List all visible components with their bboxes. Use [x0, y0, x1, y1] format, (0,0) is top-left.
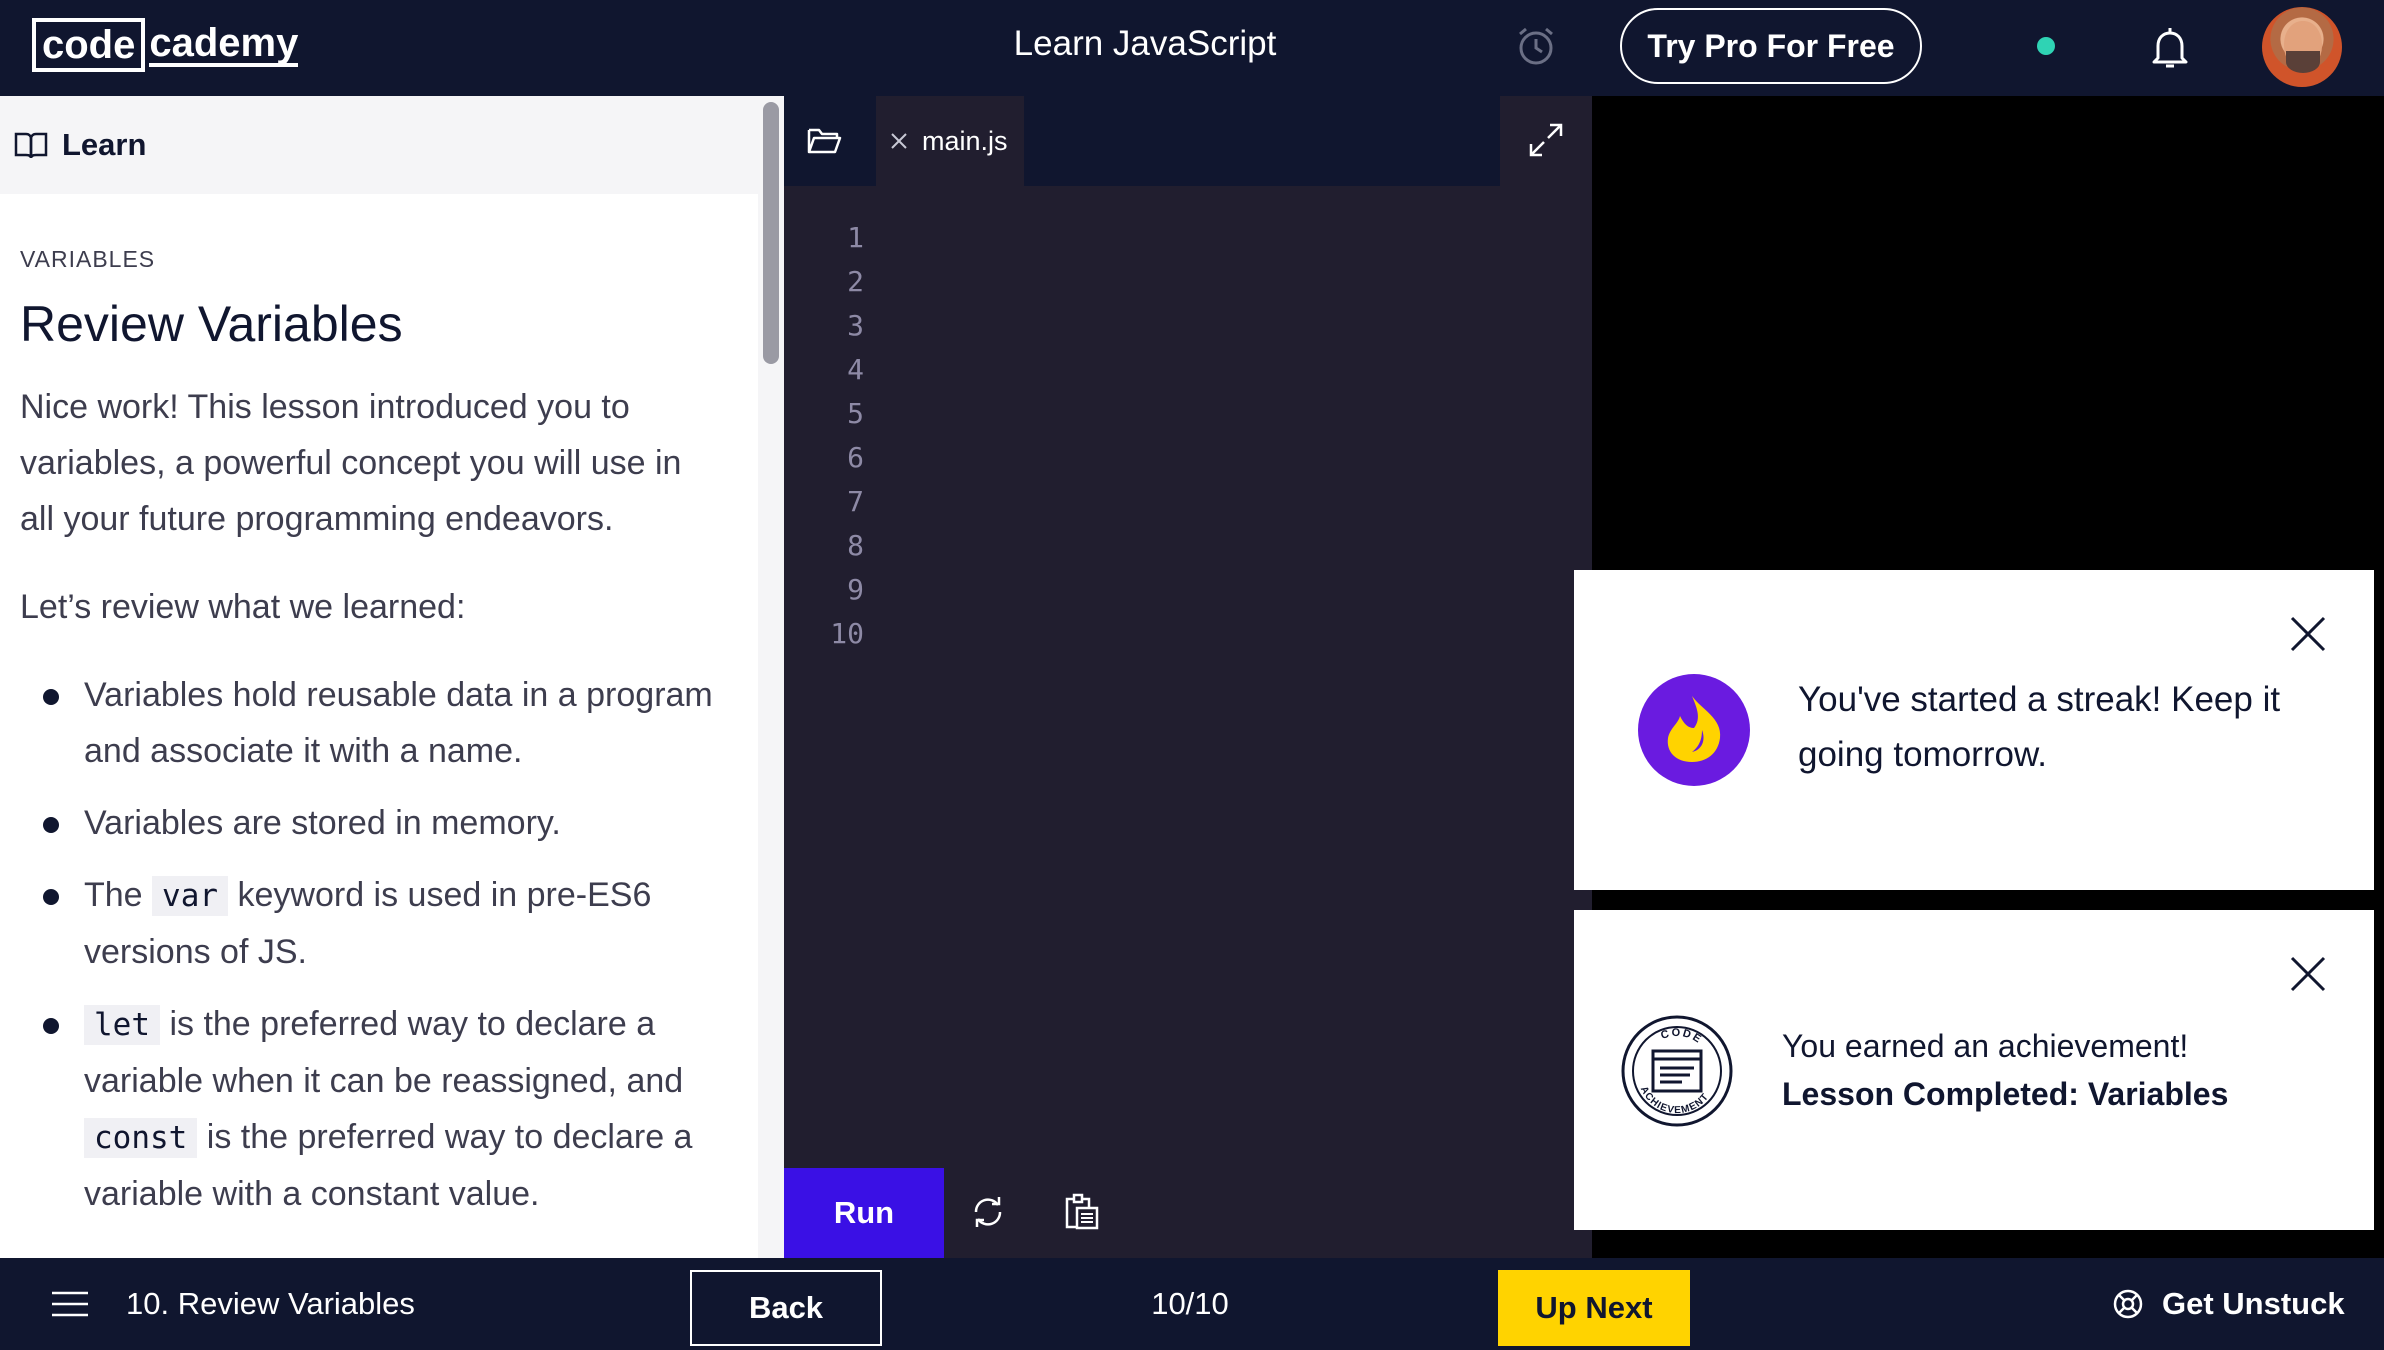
streak-message: You've started a streak! Keep it going t…	[1798, 680, 2281, 774]
line-number: 8	[847, 529, 864, 562]
alarm-clock-icon[interactable]	[1514, 24, 1558, 68]
line-number: 4	[847, 353, 864, 386]
top-navigation-bar: code cademy Learn JavaScript Try Pro For…	[0, 0, 2384, 96]
lesson-intro: Nice work! This lesson introduced you to…	[20, 388, 682, 538]
line-number: 10	[830, 617, 864, 650]
run-button[interactable]: Run	[784, 1168, 944, 1258]
expand-editor-button[interactable]	[1500, 96, 1592, 186]
code-editor: main.js 1 2 3 4 5 6 7 8 9 10 Run	[784, 96, 1592, 1258]
scrollbar-thumb[interactable]	[763, 102, 779, 364]
learn-label: Learn	[62, 127, 147, 162]
achievement-message: You earned an achievement!	[1782, 1028, 2189, 1064]
line-number: 7	[847, 485, 864, 518]
list-item: Variables are stored in memory.	[20, 795, 740, 851]
line-number: 9	[847, 573, 864, 606]
lesson-menu-label[interactable]: 10. Review Variables	[126, 1258, 415, 1350]
code-var: var	[152, 876, 229, 916]
book-icon	[14, 132, 48, 159]
expand-icon	[1529, 123, 1563, 157]
avatar-beard	[2286, 51, 2320, 73]
list-item: Variables hold reusable data in a progra…	[20, 667, 740, 779]
flame-icon	[1667, 696, 1721, 762]
close-icon[interactable]	[2288, 954, 2328, 994]
streak-badge	[1638, 674, 1750, 786]
bottom-navigation-bar: 10. Review Variables Back 10/10 Up Next …	[0, 1258, 2384, 1350]
course-title-wrapper: Learn JavaScript	[0, 0, 2290, 88]
codecademy-logo[interactable]: code cademy	[32, 18, 299, 72]
list-item: The var keyword is used in pre-ES6 versi…	[20, 867, 740, 980]
logo-code-box: code	[32, 18, 146, 72]
bullet-text: Variables hold reusable data in a progra…	[84, 676, 713, 770]
bullet-dot	[43, 889, 59, 905]
review-intro: Let’s review what we learned:	[20, 588, 466, 626]
tab-file-name: main.js	[922, 125, 1008, 156]
learn-scrollbar[interactable]	[758, 96, 784, 1258]
user-avatar[interactable]	[2262, 7, 2342, 87]
editor-tab-bar: main.js	[784, 96, 1592, 186]
code-const: const	[84, 1118, 198, 1158]
bullet-text-before: The	[84, 876, 153, 914]
reset-icon[interactable]	[968, 1192, 1008, 1232]
bullet-dot	[43, 689, 59, 705]
get-unstuck-label: Get Unstuck	[2162, 1286, 2345, 1321]
folder-icon[interactable]	[806, 124, 842, 156]
get-unstuck-button[interactable]: Get Unstuck	[2112, 1258, 2345, 1350]
line-number: 5	[847, 397, 864, 430]
achievement-badge-icon: CODE ACHIEVEMENT	[1621, 1015, 1733, 1127]
bullet-dot	[43, 817, 59, 833]
try-pro-button[interactable]: Try Pro For Free	[1620, 8, 1922, 84]
lesson-content: VARIABLES Review Variables Nice work! Th…	[0, 246, 784, 1222]
clipboard-icon[interactable]	[1062, 1192, 1102, 1232]
line-number: 3	[847, 309, 864, 342]
badge-text-top: CODE	[1659, 1027, 1704, 1047]
line-number: 6	[847, 441, 864, 474]
up-next-button[interactable]: Up Next	[1498, 1270, 1690, 1346]
achievement-toast: CODE ACHIEVEMENT You earned an achieveme…	[1574, 910, 2374, 1230]
editor-action-bar: Run	[784, 1168, 1592, 1258]
bullet-dot	[43, 1018, 59, 1034]
achievement-name: Lesson Completed: Variables	[1782, 1076, 2229, 1112]
streak-toast: You've started a streak! Keep it going t…	[1574, 570, 2374, 890]
back-button[interactable]: Back	[690, 1270, 882, 1346]
line-number-gutter: 1 2 3 4 5 6 7 8 9 10	[784, 216, 864, 656]
learn-panel-header[interactable]: Learn	[0, 96, 784, 194]
section-label: VARIABLES	[20, 246, 156, 272]
line-number: 2	[847, 265, 864, 298]
course-title[interactable]: Learn JavaScript	[1014, 24, 1277, 63]
status-dot	[2037, 37, 2055, 55]
learn-panel: Learn VARIABLES Review Variables Nice wo…	[0, 96, 784, 1258]
bullet-text: Variables are stored in memory.	[84, 804, 561, 842]
bell-icon[interactable]	[2148, 24, 2192, 72]
logo-cademy: cademy	[149, 21, 299, 67]
life-ring-icon	[2113, 1289, 2143, 1319]
line-number: 1	[847, 221, 864, 254]
hamburger-menu-icon[interactable]	[52, 1290, 88, 1318]
list-item: let is the preferred way to declare a va…	[20, 996, 740, 1222]
close-icon[interactable]	[2288, 614, 2328, 654]
code-let: let	[84, 1005, 160, 1045]
review-list: Variables hold reusable data in a progra…	[20, 667, 764, 1222]
lesson-title: Review Variables	[20, 296, 403, 352]
close-tab-icon[interactable]	[890, 132, 908, 150]
tab-main-js[interactable]: main.js	[876, 96, 1024, 186]
bullet-text-after: is the preferred way to declare a variab…	[84, 1005, 684, 1100]
progress-counter: 10/10	[1151, 1286, 1229, 1321]
